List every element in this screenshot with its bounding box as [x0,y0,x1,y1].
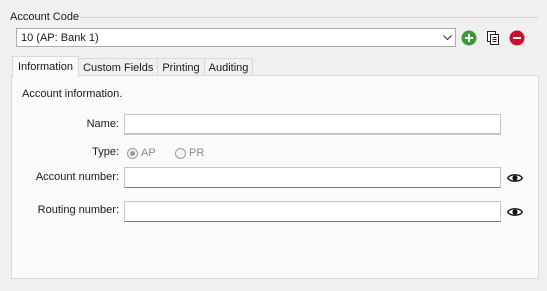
type-radio-pr[interactable]: PR [175,147,204,159]
routing-number-field[interactable] [124,201,501,222]
chevron-down-icon[interactable] [439,29,455,46]
type-radio-ap[interactable]: AP [127,147,156,159]
type-label: Type: [92,146,119,158]
group-divider [80,17,539,18]
eye-icon[interactable] [507,172,523,184]
radio-indicator [127,147,138,159]
remove-circle-icon[interactable] [509,30,525,46]
type-option-label: PR [189,147,205,159]
routing-number-label: Routing number: [37,204,119,216]
radio-indicator [175,147,186,159]
section-heading: Account information. [22,88,123,100]
tab-printing[interactable]: Printing [157,58,205,76]
name-label: Name: [86,118,119,130]
type-option-label: AP [141,147,156,159]
eye-icon[interactable] [507,206,523,218]
group-label: Account Code [10,11,80,23]
copy-document-icon[interactable] [485,30,501,46]
account-code-select[interactable]: 10 (AP: Bank 1) [16,28,456,47]
account-number-field[interactable] [124,167,501,188]
tab-custom-fields[interactable]: Custom Fields [78,58,159,76]
account-number-label: Account number: [35,171,119,183]
tab-information[interactable]: Information [12,56,80,77]
name-field[interactable] [124,114,501,135]
tab-strip: Information Custom Fields Printing Audit… [12,56,254,77]
information-panel: Account information. Name: Type: AP PR A… [11,75,539,279]
account-code-value: 10 (AP: Bank 1) [21,31,99,44]
add-circle-icon[interactable] [461,30,477,46]
tab-auditing[interactable]: Auditing [203,58,254,76]
